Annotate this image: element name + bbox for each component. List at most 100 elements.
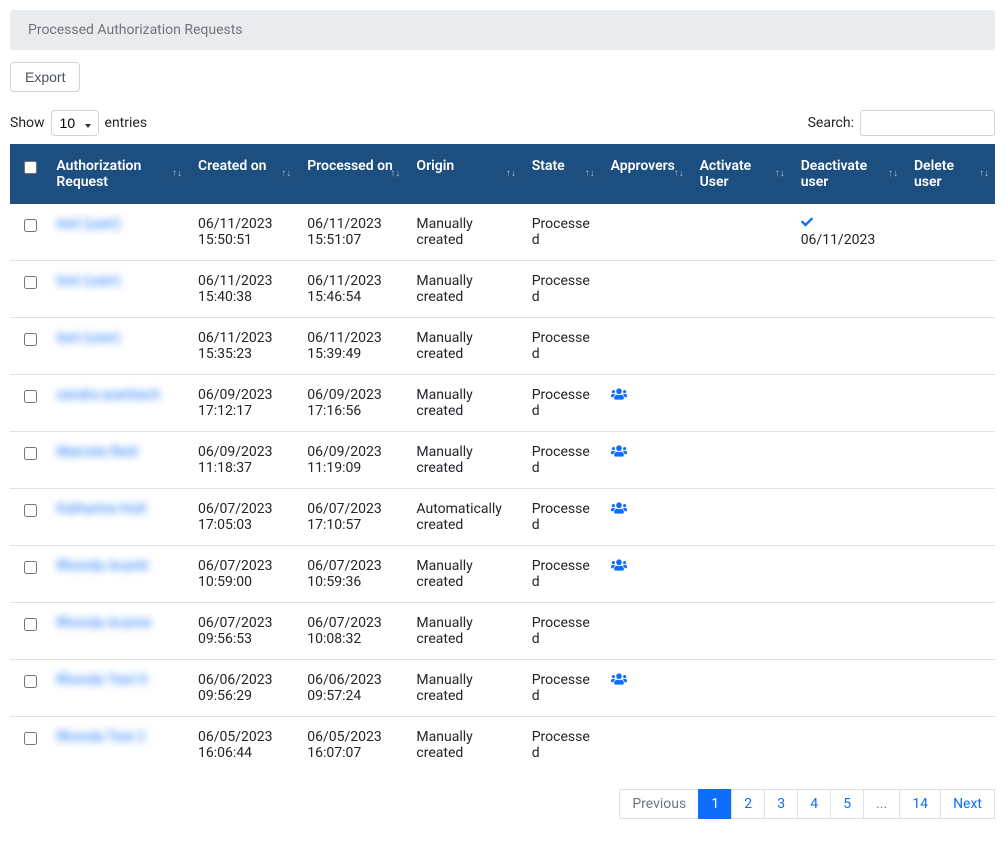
cell-origin: Manually created — [406, 432, 521, 489]
page-1[interactable]: 1 — [698, 789, 732, 819]
request-link[interactable]: test (user) — [56, 330, 120, 346]
request-link[interactable]: Rhonda Test 2 — [56, 729, 145, 745]
cell-delete — [904, 261, 995, 318]
table-row: Rhonda Acantt 06/07/2023 10:59:0006/07/20… — [10, 546, 995, 603]
row-checkbox[interactable] — [24, 504, 37, 517]
row-checkbox[interactable] — [24, 390, 37, 403]
request-link[interactable]: Rhonda Acantt — [56, 558, 148, 574]
col-origin[interactable]: Origin↑↓ — [406, 144, 521, 204]
cell-deactivate — [791, 432, 904, 489]
col-activate[interactable]: Activate User↑↓ — [690, 144, 791, 204]
request-link[interactable]: Marcela Reid — [56, 444, 137, 460]
cell-activate — [690, 717, 791, 774]
length-menu: Show 10 entries — [10, 110, 147, 136]
cell-origin: Manually created — [406, 717, 521, 774]
page-2[interactable]: 2 — [731, 789, 765, 819]
page-14[interactable]: 14 — [899, 789, 941, 819]
request-link[interactable]: test (user) — [56, 273, 120, 289]
export-label: Export — [25, 69, 65, 85]
cell-origin: Manually created — [406, 603, 521, 660]
page-previous[interactable]: Previous — [619, 789, 699, 819]
export-button[interactable]: Export — [10, 62, 80, 92]
users-icon[interactable] — [611, 387, 627, 405]
col-select-all[interactable] — [10, 144, 46, 204]
cell-approvers — [601, 603, 690, 660]
cell-origin: Manually created — [406, 546, 521, 603]
row-checkbox[interactable] — [24, 219, 37, 232]
table-row: Rhonda Test 206/05/2023 16:06:4406/05/20… — [10, 717, 995, 774]
cell-delete — [904, 432, 995, 489]
row-checkbox[interactable] — [24, 618, 37, 631]
cell-approvers — [601, 261, 690, 318]
page-3[interactable]: 3 — [764, 789, 798, 819]
cell-state: Processed — [522, 432, 601, 489]
cell-activate — [690, 375, 791, 432]
users-icon[interactable] — [611, 444, 627, 462]
row-checkbox[interactable] — [24, 732, 37, 745]
cell-delete — [904, 660, 995, 717]
row-checkbox[interactable] — [24, 276, 37, 289]
request-link[interactable]: Rhonda Test H — [56, 672, 147, 688]
cell-deactivate — [791, 717, 904, 774]
cell-approvers — [601, 660, 690, 717]
page-5[interactable]: 5 — [830, 789, 864, 819]
col-delete[interactable]: Delete user↑↓ — [904, 144, 995, 204]
cell-created: 06/11/2023 15:40:38 — [188, 261, 297, 318]
table-row: Rhonda Test H06/06/2023 09:56:2906/06/20… — [10, 660, 995, 717]
select-all-checkbox[interactable] — [24, 161, 37, 174]
row-checkbox[interactable] — [24, 675, 37, 688]
col-state[interactable]: State↑↓ — [522, 144, 601, 204]
cell-delete — [904, 375, 995, 432]
cell-deactivate — [791, 660, 904, 717]
cell-deactivate — [791, 603, 904, 660]
users-icon[interactable] — [611, 558, 627, 576]
table-row: test (user)06/11/2023 15:50:5106/11/2023… — [10, 204, 995, 261]
cell-activate — [690, 660, 791, 717]
request-link[interactable]: test (user) — [56, 216, 120, 232]
cell-processed: 06/07/2023 10:59:36 — [297, 546, 406, 603]
row-checkbox[interactable] — [24, 561, 37, 574]
cell-processed: 06/07/2023 10:08:32 — [297, 603, 406, 660]
request-link[interactable]: Rhonda Acanre — [56, 615, 151, 631]
cell-delete — [904, 489, 995, 546]
cell-approvers — [601, 204, 690, 261]
col-request[interactable]: Authorization Request↑↓ — [46, 144, 188, 204]
cell-processed: 06/09/2023 17:16:56 — [297, 375, 406, 432]
cell-state: Processed — [522, 318, 601, 375]
cell-delete — [904, 546, 995, 603]
cell-approvers — [601, 489, 690, 546]
sort-icon: ↑↓ — [172, 169, 182, 179]
users-icon[interactable] — [611, 501, 627, 519]
length-show-label: Show — [10, 115, 45, 131]
length-select[interactable]: 10 — [51, 110, 99, 136]
cell-created: 06/07/2023 10:59:00 — [188, 546, 297, 603]
col-approvers[interactable]: Approvers↑↓ — [601, 144, 690, 204]
sort-icon: ↑↓ — [775, 169, 785, 179]
sort-icon: ↑↓ — [585, 169, 595, 179]
request-link[interactable]: sandra auerbach — [56, 387, 160, 403]
row-checkbox[interactable] — [24, 333, 37, 346]
row-checkbox[interactable] — [24, 447, 37, 460]
users-icon[interactable] — [611, 672, 627, 690]
search-input[interactable] — [860, 110, 995, 136]
cell-processed: 06/11/2023 15:51:07 — [297, 204, 406, 261]
table-row: test (user)06/11/2023 15:40:3806/11/2023… — [10, 261, 995, 318]
cell-approvers — [601, 546, 690, 603]
cell-deactivate — [791, 261, 904, 318]
cell-delete — [904, 603, 995, 660]
page-next[interactable]: Next — [940, 789, 995, 819]
request-link[interactable]: Katharina Hutt — [56, 501, 146, 517]
cell-deactivate — [791, 489, 904, 546]
cell-deactivate — [791, 546, 904, 603]
page-4[interactable]: 4 — [797, 789, 831, 819]
cell-created: 06/07/2023 09:56:53 — [188, 603, 297, 660]
col-deactivate[interactable]: Deactivate user↑↓ — [791, 144, 904, 204]
cell-approvers — [601, 432, 690, 489]
table-topbar: Show 10 entries Search: — [10, 110, 995, 136]
col-created[interactable]: Created on↑↓ — [188, 144, 297, 204]
table-row: Katharina Hutt06/07/2023 17:05:0306/07/2… — [10, 489, 995, 546]
sort-icon: ↑↓ — [888, 169, 898, 179]
cell-activate — [690, 261, 791, 318]
col-processed[interactable]: Processed on↑↓ — [297, 144, 406, 204]
cell-deactivate — [791, 318, 904, 375]
